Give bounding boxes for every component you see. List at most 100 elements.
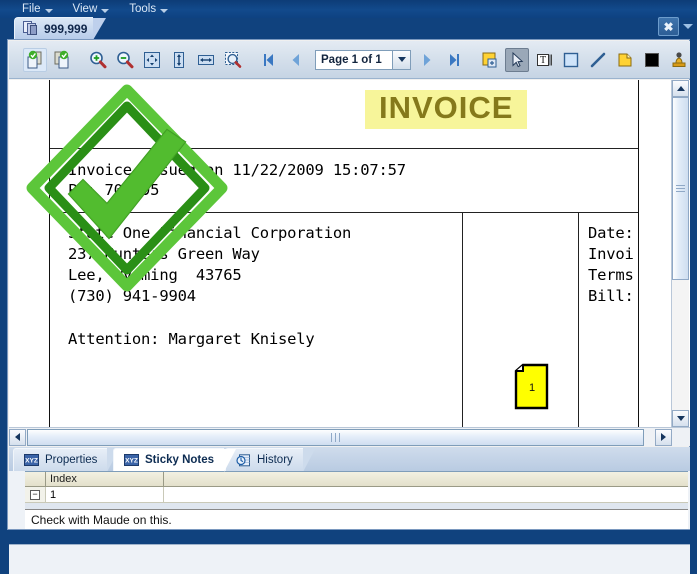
stamp-button[interactable] bbox=[667, 48, 691, 72]
magnifier-minus-icon bbox=[117, 51, 134, 68]
menu-item-file-label: File bbox=[22, 3, 41, 15]
new-annotation-button[interactable] bbox=[478, 48, 502, 72]
tab-properties[interactable]: XYZ Properties bbox=[13, 448, 120, 472]
next-page-button[interactable] bbox=[415, 48, 439, 72]
menu-item-view-label: View bbox=[72, 3, 98, 15]
import-page-button[interactable] bbox=[23, 47, 47, 72]
text-box-icon: T bbox=[537, 53, 552, 66]
sticky-note-button[interactable] bbox=[613, 48, 637, 72]
export-page-button[interactable] bbox=[50, 48, 74, 72]
scroll-down-button[interactable] bbox=[672, 410, 689, 427]
svg-text:XYZ: XYZ bbox=[125, 458, 138, 465]
document-viewer[interactable]: INVOICE Invoice issued on 11/22/2009 15:… bbox=[9, 80, 690, 427]
select-tool-button[interactable] bbox=[505, 47, 529, 72]
rubber-stamp-icon bbox=[672, 51, 686, 67]
row-expander-cell[interactable]: − bbox=[25, 487, 46, 502]
tab-history[interactable]: History bbox=[225, 448, 315, 472]
previous-page-icon bbox=[292, 53, 299, 66]
doc-line-phone: (730) 941-9904 bbox=[68, 287, 196, 305]
vertical-scroll-track[interactable] bbox=[672, 97, 689, 410]
grid-header-blank[interactable] bbox=[164, 472, 688, 486]
xyz-properties-icon: XYZ bbox=[24, 454, 39, 466]
chevron-down-icon bbox=[101, 8, 110, 13]
zoom-in-button[interactable] bbox=[86, 48, 110, 72]
chevron-down-icon bbox=[160, 8, 169, 13]
redaction-button[interactable] bbox=[640, 48, 664, 72]
sticky-note-marker[interactable]: 1 bbox=[514, 363, 550, 411]
black-box-icon bbox=[645, 52, 659, 67]
menu-item-tools[interactable]: Tools bbox=[129, 3, 169, 15]
menu-item-file[interactable]: File bbox=[22, 3, 53, 15]
tab-sticky-notes-label: Sticky Notes bbox=[145, 454, 215, 466]
xyz-notes-icon: XYZ bbox=[124, 454, 139, 466]
client-area: Page 1 of 1 T INVOICE Invoice issued on … bbox=[7, 39, 690, 574]
row-blank-cell[interactable] bbox=[164, 487, 688, 502]
page-import-icon bbox=[27, 50, 42, 68]
page-rule bbox=[50, 212, 638, 213]
line-annotation-button[interactable] bbox=[586, 48, 610, 72]
stamp-new-icon bbox=[482, 52, 497, 67]
fit-page-icon bbox=[144, 51, 160, 68]
arrow-up-icon bbox=[676, 86, 685, 91]
tab-sticky-notes[interactable]: XYZ Sticky Notes bbox=[113, 448, 237, 472]
menu-item-view[interactable]: View bbox=[73, 3, 110, 15]
sticky-note-text[interactable]: Check with Maude on this. bbox=[25, 509, 688, 529]
menu-bar: File View Tools bbox=[0, 0, 697, 18]
clock-history-icon bbox=[236, 454, 251, 467]
fit-height-button[interactable] bbox=[167, 48, 191, 72]
document-page: INVOICE Invoice issued on 11/22/2009 15:… bbox=[49, 80, 639, 427]
first-page-button[interactable] bbox=[257, 48, 281, 72]
chevron-down-icon bbox=[397, 57, 406, 62]
last-page-icon bbox=[450, 53, 459, 66]
arrow-right-icon bbox=[661, 433, 666, 441]
arrow-left-icon bbox=[15, 433, 20, 441]
scroll-grip-icon bbox=[676, 183, 685, 194]
doc-line-po: PO: 706895 bbox=[68, 181, 160, 199]
vertical-scroll-thumb[interactable] bbox=[672, 97, 689, 280]
fit-width-button[interactable] bbox=[194, 48, 218, 72]
document-tab-strip: 999,999 bbox=[0, 17, 697, 40]
scroll-grip-icon bbox=[330, 432, 342, 442]
svg-text:T: T bbox=[540, 55, 546, 66]
next-page-icon bbox=[424, 53, 431, 66]
horizontal-scroll-thumb[interactable] bbox=[27, 428, 644, 446]
page-dropdown-button[interactable] bbox=[393, 49, 411, 70]
text-annotation-button[interactable]: T bbox=[532, 48, 556, 72]
doc-line-city: Lee, Wyoming 43765 bbox=[68, 266, 242, 284]
collapse-icon[interactable]: − bbox=[30, 489, 40, 500]
zoom-out-button[interactable] bbox=[113, 48, 137, 72]
scroll-right-button[interactable] bbox=[655, 428, 672, 446]
last-page-button[interactable] bbox=[442, 48, 466, 72]
chevron-down-icon bbox=[44, 8, 53, 13]
horizontal-scrollbar[interactable] bbox=[9, 427, 690, 446]
page-column-rule bbox=[578, 212, 579, 427]
previous-page-button[interactable] bbox=[284, 48, 308, 72]
status-strip bbox=[9, 544, 690, 574]
doc-line-attention: Attention: Margaret Knisely bbox=[68, 330, 315, 348]
sticky-note-icon: 1 bbox=[514, 363, 549, 410]
scroll-up-button[interactable] bbox=[672, 80, 689, 97]
zoom-area-button[interactable] bbox=[221, 48, 245, 72]
fit-page-button[interactable] bbox=[140, 48, 164, 72]
doc-field-date: Date: bbox=[588, 224, 634, 242]
grid-header-index[interactable]: Index bbox=[46, 472, 164, 486]
row-index-cell[interactable]: 1 bbox=[46, 487, 164, 502]
scroll-left-button[interactable] bbox=[9, 428, 26, 446]
rectangle-icon bbox=[563, 52, 579, 67]
svg-text:XYZ: XYZ bbox=[25, 458, 38, 465]
doc-line-issued: Invoice issued on 11/22/2009 15:07:57 bbox=[68, 161, 406, 179]
table-row[interactable]: − 1 bbox=[25, 487, 688, 503]
page-field[interactable]: Page 1 of 1 bbox=[315, 49, 393, 70]
page-column-rule bbox=[462, 212, 463, 427]
page-selector[interactable]: Page 1 of 1 bbox=[315, 49, 411, 70]
page-rule bbox=[50, 148, 638, 149]
document-tab-999999[interactable]: 999,999 bbox=[14, 17, 107, 40]
doc-field-bill: Bill: bbox=[588, 287, 634, 305]
fit-width-icon bbox=[198, 54, 214, 65]
rectangle-annotation-button[interactable] bbox=[559, 48, 583, 72]
vertical-scrollbar[interactable] bbox=[671, 80, 689, 427]
invoice-badge: INVOICE bbox=[365, 90, 528, 129]
grid-header-expander[interactable] bbox=[25, 472, 46, 486]
doc-field-invoice: Invoi bbox=[588, 245, 634, 263]
toolbar: Page 1 of 1 T bbox=[9, 41, 690, 79]
